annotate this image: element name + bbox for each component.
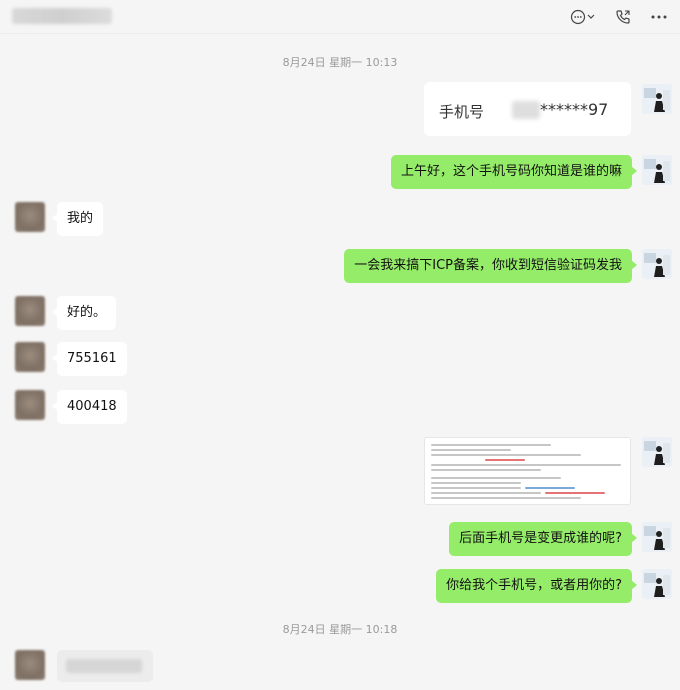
timestamp: 8月24日 星期一 10:18 xyxy=(282,623,398,636)
message-bubble[interactable]: 755161 xyxy=(52,342,127,376)
avatar[interactable] xyxy=(15,342,45,372)
phone-card-label: 手机号 xyxy=(439,103,485,121)
message-bubble[interactable]: 一会我来搞下ICP备案，你收到短信验证码发我 xyxy=(344,249,637,283)
message-bubble[interactable]: 400418 xyxy=(52,390,127,424)
message-bubble[interactable]: 好的。 xyxy=(51,296,117,330)
avatar[interactable] xyxy=(642,437,672,467)
message-bubble[interactable]: 我的 xyxy=(51,202,104,236)
avatar[interactable] xyxy=(642,249,672,279)
message-bubble[interactable]: 后面手机号是变更成谁的呢? xyxy=(449,522,637,556)
chat-header xyxy=(0,0,680,34)
chat-more-icon[interactable] xyxy=(568,6,598,28)
blurred-message-text xyxy=(66,659,142,673)
avatar[interactable] xyxy=(15,650,45,680)
chat-title-blurred xyxy=(12,8,112,24)
avatar[interactable] xyxy=(642,84,672,114)
avatar[interactable] xyxy=(642,569,672,599)
more-icon[interactable] xyxy=(648,6,670,28)
screenshot-image[interactable] xyxy=(424,437,631,505)
avatar[interactable] xyxy=(15,296,45,326)
phone-card-blurred-digits xyxy=(512,101,540,119)
phone-call-icon[interactable] xyxy=(612,6,634,28)
avatar[interactable] xyxy=(15,202,45,232)
phone-card-number: ******97 xyxy=(540,100,609,119)
phone-number-card[interactable]: 手机号 ******97 xyxy=(424,82,631,136)
message-bubble[interactable]: 你给我个手机号，或者用你的? xyxy=(436,569,637,603)
avatar[interactable] xyxy=(642,155,672,185)
timestamp: 8月24日 星期一 10:13 xyxy=(282,56,398,69)
avatar[interactable] xyxy=(15,390,45,420)
message-bubble[interactable]: 上午好，这个手机号码你知道是谁的嘛 xyxy=(390,155,638,189)
avatar[interactable] xyxy=(642,522,672,552)
header-toolbar xyxy=(568,6,670,28)
